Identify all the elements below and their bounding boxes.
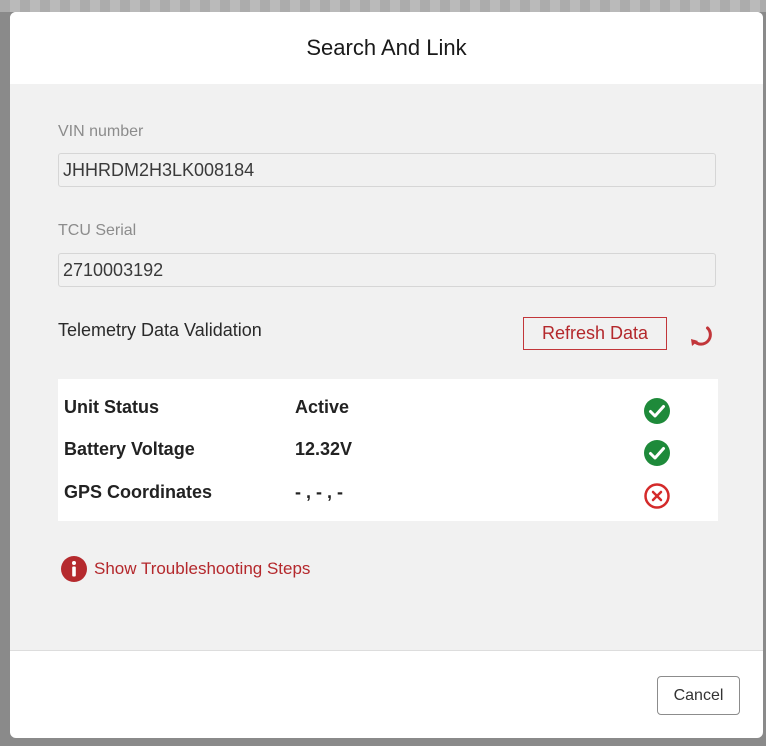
troubleshooting-label: Show Troubleshooting Steps: [94, 559, 311, 578]
dialog-header: Search And Link: [10, 12, 763, 84]
battery-voltage-value: 12.32V: [295, 439, 353, 459]
show-troubleshooting-link[interactable]: Show Troubleshooting Steps: [60, 554, 310, 584]
check-circle-icon: [644, 398, 670, 424]
dialog-title: Search And Link: [306, 35, 467, 60]
page-backdrop-top: [0, 0, 766, 12]
telemetry-status-table: Unit Status Active Battery Voltage 12.32…: [58, 379, 718, 521]
search-and-link-dialog: Search And Link VIN number TCU Serial Te…: [10, 12, 763, 738]
check-circle-icon: [644, 440, 670, 466]
refresh-data-button[interactable]: Refresh Data: [523, 317, 667, 350]
cancel-button[interactable]: Cancel: [657, 676, 740, 715]
table-row: Unit Status Active: [58, 389, 718, 429]
telemetry-section-title: Telemetry Data Validation: [58, 320, 262, 340]
dialog-body: VIN number TCU Serial Telemetry Data Val…: [10, 84, 763, 651]
gps-coordinates-label: GPS Coordinates: [64, 482, 213, 502]
tcu-serial-input[interactable]: [58, 253, 716, 287]
table-row: Battery Voltage 12.32V: [58, 431, 718, 471]
refresh-icon[interactable]: [685, 319, 715, 349]
vin-label: VIN number: [58, 123, 144, 140]
vin-input[interactable]: [58, 153, 716, 187]
unit-status-value: Active: [295, 397, 350, 417]
table-row: GPS Coordinates - , - , -: [58, 474, 718, 514]
info-icon: [61, 556, 87, 582]
unit-status-label: Unit Status: [64, 397, 160, 417]
error-circle-icon: [644, 483, 670, 509]
tcu-serial-label: TCU Serial: [58, 222, 137, 239]
gps-coordinates-value: - , - , -: [295, 482, 343, 502]
battery-voltage-label: Battery Voltage: [64, 439, 195, 459]
